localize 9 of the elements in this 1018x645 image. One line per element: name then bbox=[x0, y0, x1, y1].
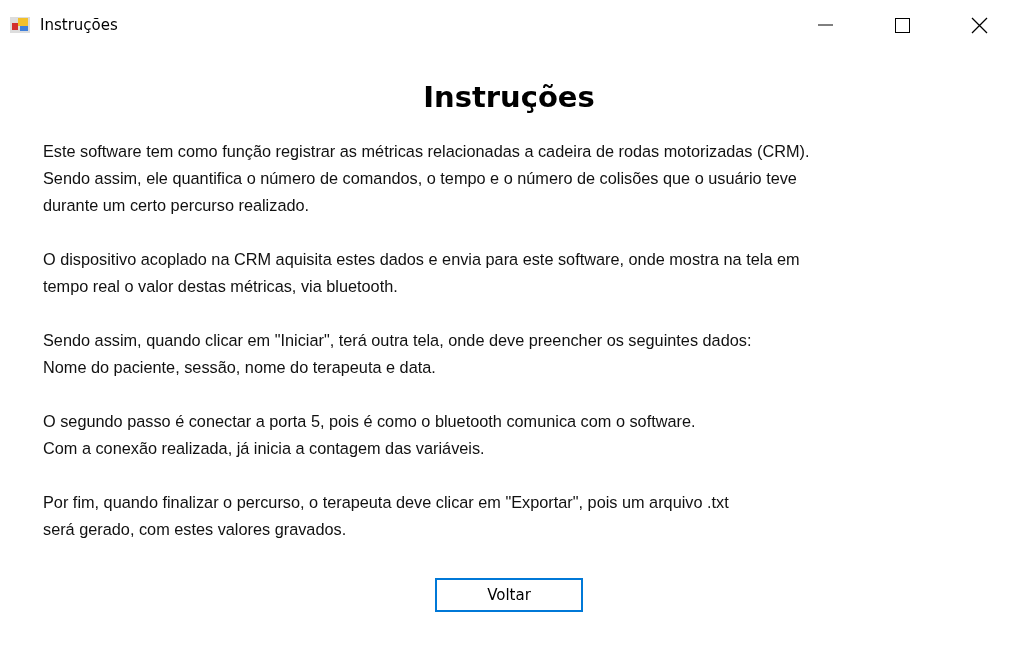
heading: Instruções bbox=[423, 80, 595, 114]
instruction-paragraph: O dispositivo acoplado na CRM aquisita estes dados e envia para este software, onde mostra na tela em tempo real o valor destas métricas, via bluetooth. bbox=[43, 249, 801, 297]
back-button[interactable]: Voltar bbox=[435, 578, 583, 612]
instruction-paragraph: Sendo assim, quando clicar em "Iniciar", terá outra tela, onde deve preencher os seguintes dados: Nome do paciente, sessão, nome do terapeuta e data. bbox=[43, 330, 753, 378]
instruction-paragraph: O segundo passo é conectar a porta 5, pois é como o bluetooth comunica com o software. Com a conexão realizada, já inicia a contagem das variáveis. bbox=[43, 411, 697, 459]
instruction-paragraph: Por fim, quando finalizar o percurso, o terapeuta deve clicar em "Exportar", pois um arquivo .txt será gerado, com estes valores gravados. bbox=[43, 492, 730, 540]
app-icon bbox=[10, 17, 30, 33]
instruction-paragraph: Este software tem como função registrar as métricas relacionadas a cadeira de rodas motorizadas (CRM). Sendo assim, ele quantifica o número de comandos, o tempo e o número de colisões que o usuário teve durante um certo percurso realizado. bbox=[43, 141, 811, 216]
window-title: Instruções bbox=[40, 16, 119, 34]
